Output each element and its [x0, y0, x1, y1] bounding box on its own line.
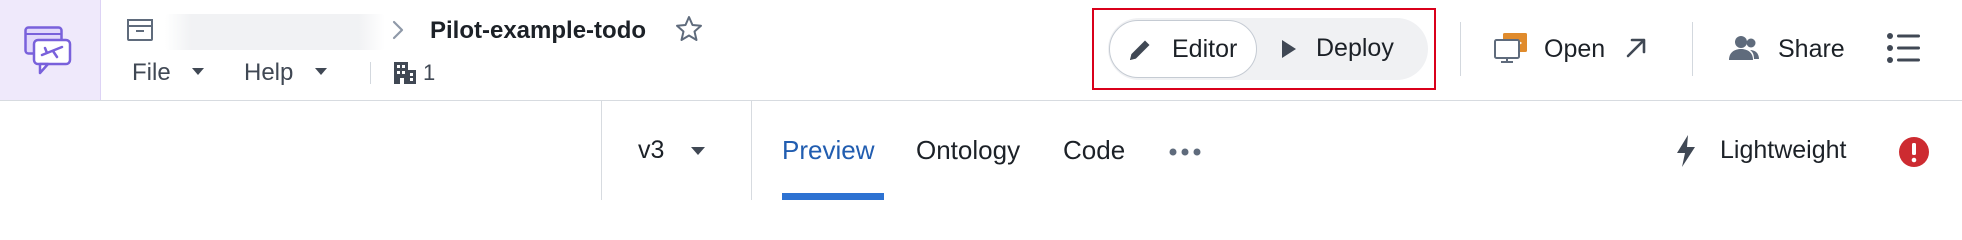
- help-menu[interactable]: Help: [244, 56, 328, 90]
- toolbar-divider: [1460, 22, 1461, 76]
- folder-icon[interactable]: [126, 16, 154, 42]
- toolbar-divider: [1692, 22, 1693, 76]
- help-menu-label: Help: [244, 59, 294, 86]
- share-button[interactable]: Share: [1728, 20, 1848, 78]
- airplane-chat-icon: [24, 26, 72, 75]
- active-tab-indicator: [782, 193, 884, 200]
- open-label: Open: [1544, 35, 1606, 63]
- tab-ontology[interactable]: Ontology: [916, 134, 1020, 166]
- building-icon: [394, 62, 416, 84]
- panel-divider: [601, 101, 602, 200]
- branch-count[interactable]: 1: [423, 58, 435, 88]
- share-label: Share: [1778, 35, 1845, 63]
- error-icon[interactable]: [1898, 136, 1930, 168]
- breadcrumb-path-redacted: [165, 14, 385, 50]
- file-menu-label: File: [132, 59, 171, 86]
- caret-down-icon: [315, 68, 328, 76]
- version-selector[interactable]: v3: [638, 134, 664, 166]
- list-icon[interactable]: [1886, 30, 1922, 66]
- more-icon[interactable]: [1168, 140, 1202, 164]
- panel-divider: [751, 101, 752, 200]
- caret-down-icon[interactable]: [690, 146, 706, 156]
- tab-preview[interactable]: Preview: [782, 134, 874, 166]
- lightweight-label[interactable]: Lightweight: [1720, 134, 1846, 166]
- chevron-right-icon: [392, 20, 404, 40]
- people-icon: [1729, 36, 1759, 60]
- open-button[interactable]: <> Open: [1494, 20, 1654, 78]
- caret-down-icon: [192, 68, 205, 76]
- lightning-icon: [1677, 135, 1695, 167]
- app-logo-tile[interactable]: [0, 0, 101, 100]
- document-title[interactable]: Pilot-example-todo: [430, 14, 646, 48]
- star-icon[interactable]: [674, 14, 704, 44]
- arrow-up-right-icon: [1626, 38, 1646, 58]
- menu-divider: [370, 62, 371, 84]
- monitor-code-icon: <>: [1494, 33, 1527, 63]
- mode-toggle-highlight: [1092, 8, 1436, 90]
- tab-code[interactable]: Code: [1063, 134, 1125, 166]
- file-menu[interactable]: File: [132, 56, 205, 90]
